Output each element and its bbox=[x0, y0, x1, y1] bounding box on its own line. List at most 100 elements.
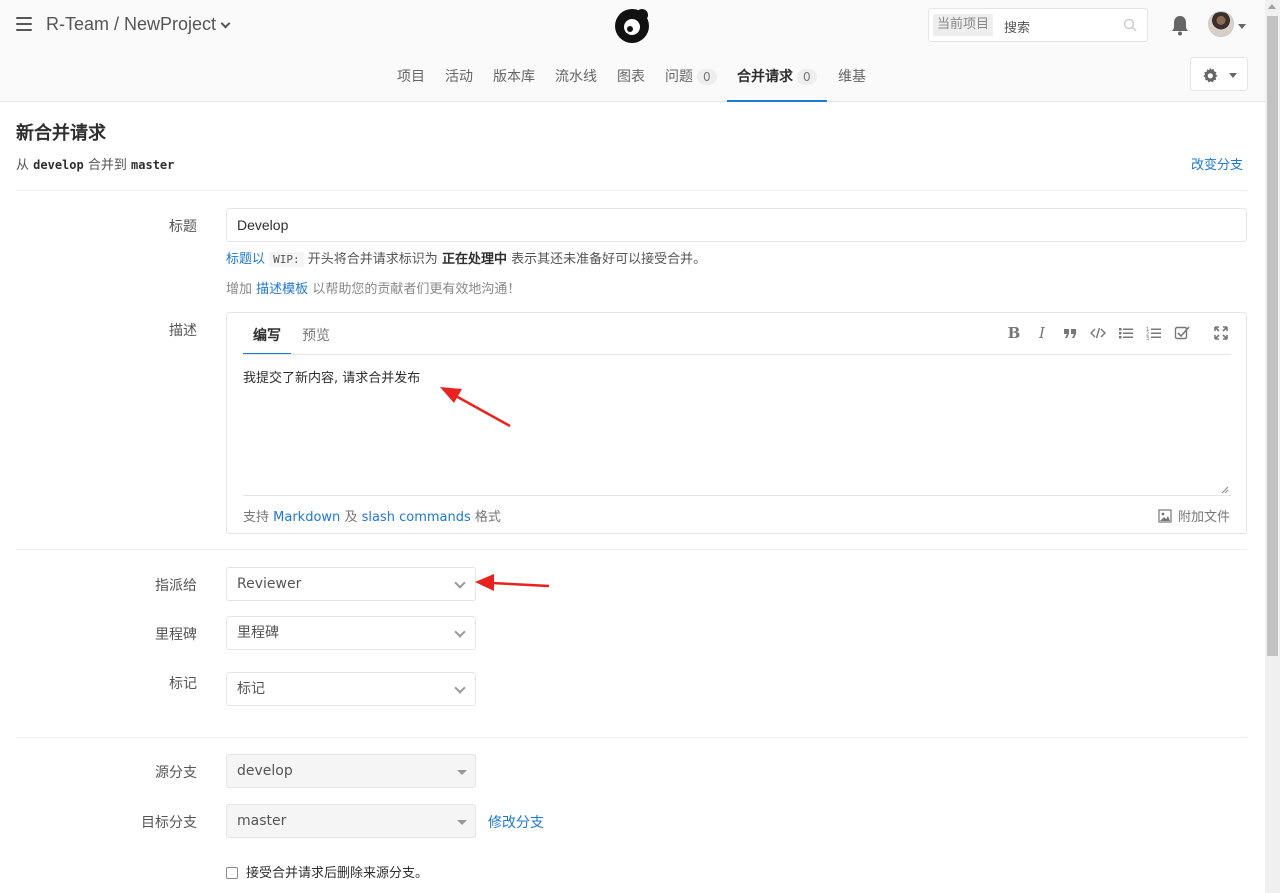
labels-dropdown[interactable]: 标记 bbox=[226, 672, 476, 706]
source-branch-select: develop bbox=[226, 754, 476, 788]
code-icon[interactable] bbox=[1090, 325, 1106, 341]
chevron-down-icon bbox=[454, 626, 466, 638]
italic-icon[interactable]: I bbox=[1034, 325, 1050, 341]
hamburger-menu-icon[interactable] bbox=[16, 17, 32, 31]
tab-label: 流水线 bbox=[555, 69, 597, 85]
settings-dropdown-button[interactable] bbox=[1190, 57, 1248, 91]
markdown-link[interactable]: Markdown bbox=[273, 510, 340, 525]
target-branch-code: master bbox=[131, 158, 175, 172]
attach-file-button[interactable]: 附加文件 bbox=[1158, 506, 1230, 525]
quote-icon[interactable] bbox=[1062, 325, 1078, 341]
tab-activity[interactable]: 活动 bbox=[445, 66, 473, 102]
task-list-icon[interactable] bbox=[1174, 325, 1190, 341]
project-nav: 项目 活动 版本库 流水线 图表 问题 0 合并请求 0 维基 bbox=[0, 52, 1265, 102]
divider bbox=[16, 190, 1247, 191]
assignee-dropdown[interactable]: Reviewer bbox=[226, 567, 476, 601]
search-scope-badge[interactable]: 当前项目 bbox=[933, 14, 994, 36]
search-box[interactable]: 当前项目 搜索 bbox=[928, 8, 1148, 42]
change-branch-link[interactable]: 改变分支 bbox=[1191, 154, 1243, 173]
tab-wiki[interactable]: 维基 bbox=[838, 66, 866, 102]
description-template-link[interactable]: 描述模板 bbox=[256, 282, 308, 297]
source-branch-label: 源分支 bbox=[155, 765, 197, 781]
template-hint: 增加 描述模板 以帮助您的贡献者们更有效地沟通！ bbox=[226, 278, 520, 297]
divider bbox=[16, 737, 1247, 738]
markdown-editor: 编写 预览 B I 123 我提交了新内容, 请求合并发布 支持 Markdow… bbox=[226, 312, 1247, 534]
remove-source-branch-option[interactable]: 接受合并请求后删除来源分支。 bbox=[226, 862, 428, 881]
divider bbox=[243, 495, 1231, 496]
source-branch-code: develop bbox=[33, 158, 84, 172]
tab-label: 活动 bbox=[445, 69, 473, 85]
slash-commands-link[interactable]: slash commands bbox=[362, 510, 471, 525]
tab-project[interactable]: 项目 bbox=[397, 66, 425, 102]
resize-handle-icon[interactable] bbox=[1220, 485, 1229, 494]
title-input[interactable]: Develop bbox=[226, 208, 1247, 242]
wip-hint-bold: 正在处理中 bbox=[441, 252, 507, 267]
markdown-help-prefix: 支持 bbox=[243, 510, 270, 525]
tab-write[interactable]: 编写 bbox=[243, 325, 291, 355]
scrollbar-thumb[interactable] bbox=[1267, 16, 1278, 656]
description-label: 描述 bbox=[169, 323, 197, 339]
caret-down-icon bbox=[457, 820, 467, 825]
milestone-label: 里程碑 bbox=[155, 627, 197, 643]
wip-hint-suffix: 表示其还未准备好可以接受合并。 bbox=[511, 252, 707, 267]
caret-down-icon bbox=[457, 770, 467, 775]
chevron-down-icon bbox=[454, 682, 466, 694]
divider bbox=[16, 549, 1247, 550]
project-title-text[interactable]: R-Team / NewProject bbox=[46, 14, 216, 34]
top-header: R-Team / NewProject 当前项目 搜索 项目 活动 版本库 流水… bbox=[0, 0, 1265, 102]
caret-down-icon bbox=[1229, 73, 1237, 78]
labels-value: 标记 bbox=[237, 681, 265, 697]
svg-text:3: 3 bbox=[1146, 336, 1149, 341]
wip-hint-mid: 开头将合并请求标识为 bbox=[307, 252, 438, 267]
assignee-value: Reviewer bbox=[237, 576, 302, 592]
from-label: 从 bbox=[16, 158, 30, 173]
labels-label: 标记 bbox=[169, 676, 197, 692]
tab-label: 问题 bbox=[665, 69, 693, 85]
chevron-down-icon[interactable] bbox=[220, 18, 231, 29]
scroll-up-arrow-icon[interactable] bbox=[1268, 4, 1276, 9]
wip-hint-link[interactable]: 标题以 bbox=[226, 252, 265, 267]
chevron-down-icon bbox=[454, 577, 466, 589]
branch-info: 从 develop 合并到 master bbox=[16, 154, 174, 173]
description-textarea[interactable]: 我提交了新内容, 请求合并发布 bbox=[243, 367, 420, 386]
project-title[interactable]: R-Team / NewProject bbox=[46, 14, 231, 35]
target-branch-value: master bbox=[237, 813, 287, 829]
logo-icon[interactable] bbox=[612, 6, 652, 46]
tab-merge-requests[interactable]: 合并请求 0 bbox=[727, 66, 827, 102]
tab-preview[interactable]: 预览 bbox=[302, 325, 330, 355]
markdown-help-and: 及 bbox=[344, 510, 358, 525]
search-input[interactable]: 搜索 bbox=[1004, 17, 1030, 36]
tab-graphs[interactable]: 图表 bbox=[617, 66, 645, 102]
bold-icon[interactable]: B bbox=[1006, 325, 1022, 341]
annotation-arrow-assignee bbox=[475, 574, 550, 591]
tab-label: 维基 bbox=[838, 69, 866, 85]
fullscreen-icon[interactable] bbox=[1213, 325, 1229, 341]
target-branch-label: 目标分支 bbox=[141, 815, 197, 831]
user-avatar[interactable] bbox=[1208, 11, 1234, 37]
edit-branch-link[interactable]: 修改分支 bbox=[488, 812, 544, 832]
issues-count-badge: 0 bbox=[697, 69, 717, 85]
caret-down-icon[interactable] bbox=[1238, 24, 1246, 29]
tab-label: 项目 bbox=[397, 69, 425, 85]
template-hint-prefix: 增加 bbox=[226, 282, 253, 297]
markdown-help-suffix: 格式 bbox=[474, 510, 501, 525]
bell-icon[interactable] bbox=[1170, 14, 1190, 36]
wip-code: WIP: bbox=[269, 252, 304, 267]
tab-repository[interactable]: 版本库 bbox=[493, 66, 535, 102]
remove-source-branch-checkbox[interactable] bbox=[226, 867, 238, 879]
tab-label: 图表 bbox=[617, 69, 645, 85]
markdown-help: 支持 Markdown 及 slash commands 格式 bbox=[243, 506, 501, 525]
tab-label: 版本库 bbox=[493, 69, 535, 85]
merge-to-label: 合并到 bbox=[87, 158, 127, 173]
numbered-list-icon[interactable]: 123 bbox=[1146, 325, 1162, 341]
image-icon bbox=[1158, 509, 1172, 523]
milestone-dropdown[interactable]: 里程碑 bbox=[226, 616, 476, 650]
divider bbox=[243, 354, 1231, 355]
remove-source-branch-label: 接受合并请求后删除来源分支。 bbox=[246, 866, 429, 881]
tab-label: 合并请求 bbox=[737, 69, 793, 85]
bullet-list-icon[interactable] bbox=[1118, 325, 1134, 341]
milestone-value: 里程碑 bbox=[237, 625, 279, 641]
tab-pipelines[interactable]: 流水线 bbox=[555, 66, 597, 102]
tab-issues[interactable]: 问题 0 bbox=[665, 66, 717, 102]
search-icon bbox=[1123, 18, 1137, 32]
